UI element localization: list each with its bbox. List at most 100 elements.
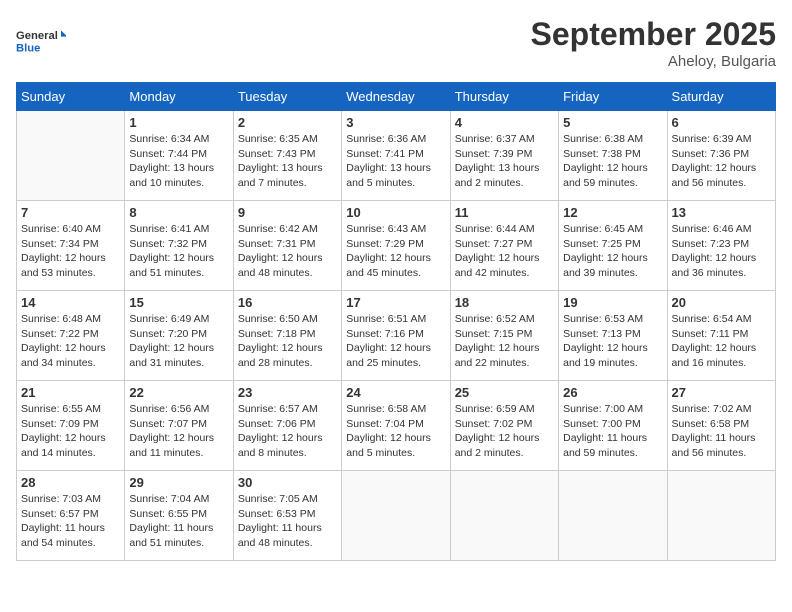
day-number: 8 <box>129 205 228 220</box>
day-cell: 2 Sunrise: 6:35 AMSunset: 7:43 PMDayligh… <box>233 111 341 201</box>
calendar-table: SundayMondayTuesdayWednesdayThursdayFrid… <box>16 82 776 561</box>
day-cell: 11 Sunrise: 6:44 AMSunset: 7:27 PMDaylig… <box>450 201 558 291</box>
day-info: Sunrise: 7:04 AMSunset: 6:55 PMDaylight:… <box>129 492 228 551</box>
day-number: 11 <box>455 205 554 220</box>
day-info: Sunrise: 6:50 AMSunset: 7:18 PMDaylight:… <box>238 312 337 371</box>
day-cell: 5 Sunrise: 6:38 AMSunset: 7:38 PMDayligh… <box>559 111 667 201</box>
day-cell: 16 Sunrise: 6:50 AMSunset: 7:18 PMDaylig… <box>233 291 341 381</box>
day-number: 30 <box>238 475 337 490</box>
day-cell: 30 Sunrise: 7:05 AMSunset: 6:53 PMDaylig… <box>233 471 341 561</box>
weekday-header-wednesday: Wednesday <box>342 83 450 111</box>
week-row-0: 1 Sunrise: 6:34 AMSunset: 7:44 PMDayligh… <box>17 111 776 201</box>
day-number: 13 <box>672 205 771 220</box>
day-info: Sunrise: 7:03 AMSunset: 6:57 PMDaylight:… <box>21 492 120 551</box>
week-row-3: 21 Sunrise: 6:55 AMSunset: 7:09 PMDaylig… <box>17 381 776 471</box>
day-info: Sunrise: 6:36 AMSunset: 7:41 PMDaylight:… <box>346 132 445 191</box>
day-number: 26 <box>563 385 662 400</box>
day-number: 7 <box>21 205 120 220</box>
day-cell: 29 Sunrise: 7:04 AMSunset: 6:55 PMDaylig… <box>125 471 233 561</box>
day-number: 6 <box>672 115 771 130</box>
day-cell: 7 Sunrise: 6:40 AMSunset: 7:34 PMDayligh… <box>17 201 125 291</box>
day-number: 19 <box>563 295 662 310</box>
day-number: 10 <box>346 205 445 220</box>
day-cell: 17 Sunrise: 6:51 AMSunset: 7:16 PMDaylig… <box>342 291 450 381</box>
day-cell: 1 Sunrise: 6:34 AMSunset: 7:44 PMDayligh… <box>125 111 233 201</box>
day-number: 5 <box>563 115 662 130</box>
day-number: 16 <box>238 295 337 310</box>
weekday-header-sunday: Sunday <box>17 83 125 111</box>
day-info: Sunrise: 6:42 AMSunset: 7:31 PMDaylight:… <box>238 222 337 281</box>
day-cell: 24 Sunrise: 6:58 AMSunset: 7:04 PMDaylig… <box>342 381 450 471</box>
day-info: Sunrise: 7:02 AMSunset: 6:58 PMDaylight:… <box>672 402 771 461</box>
day-number: 12 <box>563 205 662 220</box>
day-info: Sunrise: 6:43 AMSunset: 7:29 PMDaylight:… <box>346 222 445 281</box>
page-header: General Blue September 2025 Aheloy, Bulg… <box>16 16 776 70</box>
day-number: 9 <box>238 205 337 220</box>
day-cell: 6 Sunrise: 6:39 AMSunset: 7:36 PMDayligh… <box>667 111 775 201</box>
day-info: Sunrise: 6:45 AMSunset: 7:25 PMDaylight:… <box>563 222 662 281</box>
day-cell: 19 Sunrise: 6:53 AMSunset: 7:13 PMDaylig… <box>559 291 667 381</box>
day-cell: 27 Sunrise: 7:02 AMSunset: 6:58 PMDaylig… <box>667 381 775 471</box>
day-cell: 13 Sunrise: 6:46 AMSunset: 7:23 PMDaylig… <box>667 201 775 291</box>
day-cell: 22 Sunrise: 6:56 AMSunset: 7:07 PMDaylig… <box>125 381 233 471</box>
weekday-header-row: SundayMondayTuesdayWednesdayThursdayFrid… <box>17 83 776 111</box>
day-info: Sunrise: 6:51 AMSunset: 7:16 PMDaylight:… <box>346 312 445 371</box>
day-cell: 9 Sunrise: 6:42 AMSunset: 7:31 PMDayligh… <box>233 201 341 291</box>
day-number: 14 <box>21 295 120 310</box>
day-info: Sunrise: 6:34 AMSunset: 7:44 PMDaylight:… <box>129 132 228 191</box>
day-info: Sunrise: 6:57 AMSunset: 7:06 PMDaylight:… <box>238 402 337 461</box>
day-info: Sunrise: 6:46 AMSunset: 7:23 PMDaylight:… <box>672 222 771 281</box>
day-number: 15 <box>129 295 228 310</box>
day-cell: 3 Sunrise: 6:36 AMSunset: 7:41 PMDayligh… <box>342 111 450 201</box>
day-number: 2 <box>238 115 337 130</box>
day-number: 29 <box>129 475 228 490</box>
day-number: 17 <box>346 295 445 310</box>
logo-svg: General Blue <box>16 16 66 66</box>
day-cell: 25 Sunrise: 6:59 AMSunset: 7:02 PMDaylig… <box>450 381 558 471</box>
day-info: Sunrise: 6:35 AMSunset: 7:43 PMDaylight:… <box>238 132 337 191</box>
day-info: Sunrise: 7:00 AMSunset: 7:00 PMDaylight:… <box>563 402 662 461</box>
logo: General Blue <box>16 16 66 66</box>
day-info: Sunrise: 6:59 AMSunset: 7:02 PMDaylight:… <box>455 402 554 461</box>
day-info: Sunrise: 6:54 AMSunset: 7:11 PMDaylight:… <box>672 312 771 371</box>
day-cell: 4 Sunrise: 6:37 AMSunset: 7:39 PMDayligh… <box>450 111 558 201</box>
day-info: Sunrise: 6:41 AMSunset: 7:32 PMDaylight:… <box>129 222 228 281</box>
weekday-header-thursday: Thursday <box>450 83 558 111</box>
day-number: 22 <box>129 385 228 400</box>
day-number: 21 <box>21 385 120 400</box>
day-info: Sunrise: 6:52 AMSunset: 7:15 PMDaylight:… <box>455 312 554 371</box>
svg-text:Blue: Blue <box>16 43 40 55</box>
month-title: September 2025 <box>531 16 776 53</box>
title-block: September 2025 Aheloy, Bulgaria <box>531 16 776 70</box>
day-number: 27 <box>672 385 771 400</box>
day-info: Sunrise: 6:48 AMSunset: 7:22 PMDaylight:… <box>21 312 120 371</box>
day-cell: 10 Sunrise: 6:43 AMSunset: 7:29 PMDaylig… <box>342 201 450 291</box>
weekday-header-friday: Friday <box>559 83 667 111</box>
day-info: Sunrise: 6:38 AMSunset: 7:38 PMDaylight:… <box>563 132 662 191</box>
location: Aheloy, Bulgaria <box>531 53 776 70</box>
day-cell: 26 Sunrise: 7:00 AMSunset: 7:00 PMDaylig… <box>559 381 667 471</box>
day-cell: 15 Sunrise: 6:49 AMSunset: 7:20 PMDaylig… <box>125 291 233 381</box>
day-info: Sunrise: 7:05 AMSunset: 6:53 PMDaylight:… <box>238 492 337 551</box>
day-number: 18 <box>455 295 554 310</box>
day-cell: 12 Sunrise: 6:45 AMSunset: 7:25 PMDaylig… <box>559 201 667 291</box>
day-number: 24 <box>346 385 445 400</box>
day-info: Sunrise: 6:39 AMSunset: 7:36 PMDaylight:… <box>672 132 771 191</box>
day-cell: 21 Sunrise: 6:55 AMSunset: 7:09 PMDaylig… <box>17 381 125 471</box>
day-cell <box>559 471 667 561</box>
week-row-4: 28 Sunrise: 7:03 AMSunset: 6:57 PMDaylig… <box>17 471 776 561</box>
week-row-2: 14 Sunrise: 6:48 AMSunset: 7:22 PMDaylig… <box>17 291 776 381</box>
day-info: Sunrise: 6:58 AMSunset: 7:04 PMDaylight:… <box>346 402 445 461</box>
weekday-header-tuesday: Tuesday <box>233 83 341 111</box>
day-cell <box>450 471 558 561</box>
day-info: Sunrise: 6:44 AMSunset: 7:27 PMDaylight:… <box>455 222 554 281</box>
day-cell <box>667 471 775 561</box>
weekday-header-monday: Monday <box>125 83 233 111</box>
day-number: 1 <box>129 115 228 130</box>
weekday-header-saturday: Saturday <box>667 83 775 111</box>
svg-text:General: General <box>16 30 58 42</box>
day-cell: 23 Sunrise: 6:57 AMSunset: 7:06 PMDaylig… <box>233 381 341 471</box>
day-info: Sunrise: 6:40 AMSunset: 7:34 PMDaylight:… <box>21 222 120 281</box>
day-info: Sunrise: 6:37 AMSunset: 7:39 PMDaylight:… <box>455 132 554 191</box>
week-row-1: 7 Sunrise: 6:40 AMSunset: 7:34 PMDayligh… <box>17 201 776 291</box>
